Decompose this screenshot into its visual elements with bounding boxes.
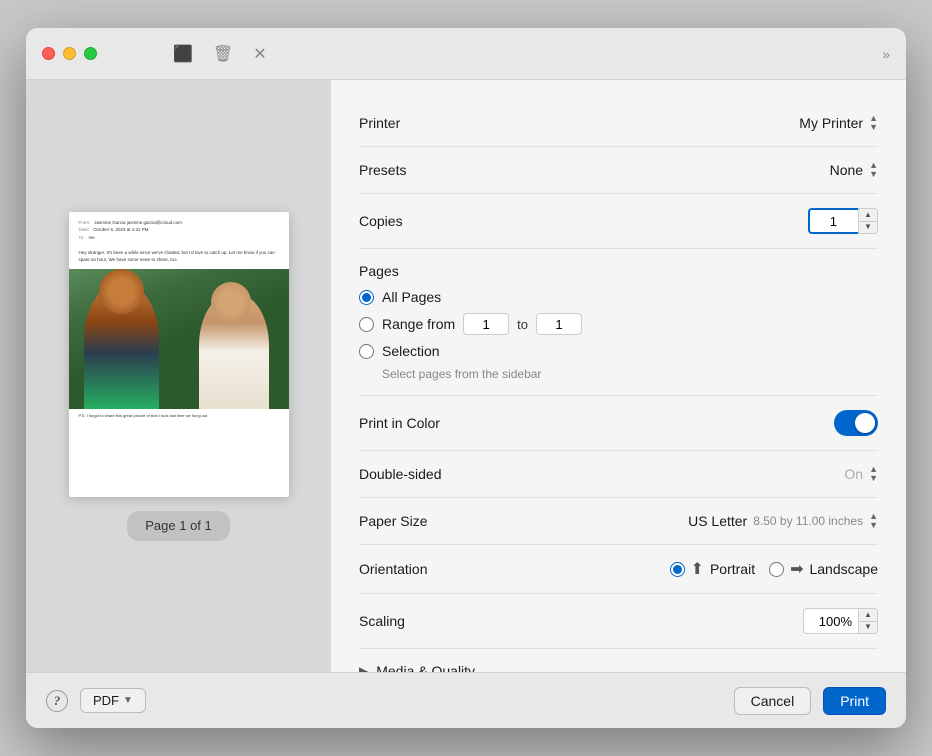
range-to-input[interactable] — [536, 313, 582, 335]
preview-panel: From: Jasmine Garcia jasmine.garcia@iclo… — [26, 80, 331, 672]
archive-icon[interactable]: ⬛ — [173, 44, 193, 64]
selection-label[interactable]: Selection — [382, 343, 440, 359]
traffic-lights — [42, 47, 97, 60]
print-color-toggle[interactable] — [834, 410, 878, 436]
portrait-radio[interactable] — [670, 562, 685, 577]
copies-stepper: ▲ ▼ — [808, 208, 878, 234]
pages-label: Pages — [359, 263, 878, 279]
double-sided-label: Double-sided — [359, 466, 479, 482]
copies-increment[interactable]: ▲ — [859, 209, 877, 222]
range-to-label: to — [517, 317, 528, 332]
toggle-knob — [855, 413, 875, 433]
settings-panel: Printer My Printer ▲▼ Presets None ▲▼ — [331, 80, 906, 672]
pages-section: Pages All Pages Range from to Selection … — [359, 249, 878, 396]
presets-label: Presets — [359, 162, 479, 178]
pdf-button[interactable]: PDF ▼ — [80, 688, 146, 713]
selection-row: Selection — [359, 343, 878, 359]
minimize-button[interactable] — [63, 47, 76, 60]
copies-label: Copies — [359, 213, 479, 229]
paper-size-detail: 8.50 by 11.00 inches — [753, 514, 863, 528]
titlebar-actions: ⬛ 🗑 ✕ — [173, 44, 267, 64]
scaling-row: Scaling ▲ ▼ — [359, 594, 878, 649]
print-window: ⬛ 🗑 ✕ » From: Jasmine Garcia jasmine.gar… — [26, 28, 906, 728]
copies-row: Copies ▲ ▼ — [359, 194, 878, 249]
presets-row: Presets None ▲▼ — [359, 147, 878, 194]
scaling-value: ▲ ▼ — [803, 608, 878, 634]
paper-size-label: Paper Size — [359, 513, 479, 529]
portrait-icon: ⬆ — [691, 559, 704, 579]
help-button[interactable]: ? — [46, 690, 68, 712]
copies-input[interactable] — [808, 208, 858, 234]
printer-label: Printer — [359, 115, 479, 131]
maximize-button[interactable] — [84, 47, 97, 60]
copies-stepper-buttons: ▲ ▼ — [858, 208, 878, 234]
presets-stepper[interactable]: ▲▼ — [869, 161, 878, 179]
landscape-radio[interactable] — [769, 562, 784, 577]
orientation-row: Orientation ⬆ Portrait ➡ Landscape — [359, 545, 878, 594]
page-label-container: Page 1 of 1 — [127, 511, 230, 541]
photo-person-left — [84, 284, 159, 409]
landscape-label: Landscape — [809, 561, 878, 577]
all-pages-radio[interactable] — [359, 290, 374, 305]
pdf-label: PDF — [93, 693, 119, 708]
photo-person-right — [199, 294, 269, 409]
bottom-bar: ? PDF ▼ Cancel Print — [26, 672, 906, 728]
paper-size-stepper[interactable]: ▲▼ — [869, 512, 878, 530]
email-ps: P.S. I forgot to share this great pictur… — [69, 409, 289, 423]
copies-value: ▲ ▼ — [808, 208, 878, 234]
printer-value[interactable]: My Printer ▲▼ — [799, 114, 878, 132]
close-button[interactable] — [42, 47, 55, 60]
titlebar: ⬛ 🗑 ✕ » — [26, 28, 906, 80]
portrait-label: Portrait — [710, 561, 755, 577]
printer-stepper[interactable]: ▲▼ — [869, 114, 878, 132]
scaling-stepper: ▲ ▼ — [803, 608, 878, 634]
all-pages-label[interactable]: All Pages — [382, 289, 441, 305]
orientation-label: Orientation — [359, 561, 479, 577]
media-quality-row[interactable]: ▶ Media & Quality — [359, 649, 878, 672]
email-body: Hey stranger. It's been a while since we… — [69, 249, 289, 269]
print-color-row: Print in Color — [359, 396, 878, 451]
range-from-input[interactable] — [463, 313, 509, 335]
page-label: Page 1 of 1 — [145, 518, 212, 533]
scaling-increment[interactable]: ▲ — [859, 609, 877, 622]
cancel-button[interactable]: Cancel — [734, 687, 812, 715]
range-pages-radio[interactable] — [359, 317, 374, 332]
main-content: From: Jasmine Garcia jasmine.garcia@iclo… — [26, 80, 906, 672]
disclosure-arrow-icon: ▶ — [359, 664, 368, 672]
double-sided-row: Double-sided On ▲▼ — [359, 451, 878, 498]
printer-row: Printer My Printer ▲▼ — [359, 100, 878, 147]
print-color-label: Print in Color — [359, 415, 479, 431]
scaling-label: Scaling — [359, 613, 479, 629]
range-from-label[interactable]: Range from — [382, 316, 455, 332]
scaling-decrement[interactable]: ▼ — [859, 622, 877, 634]
landscape-icon: ➡ — [790, 559, 803, 579]
portrait-option[interactable]: ⬆ Portrait — [670, 559, 756, 579]
media-quality-label: Media & Quality — [376, 663, 475, 672]
email-header: From: Jasmine Garcia jasmine.garcia@iclo… — [69, 212, 289, 249]
trash-icon[interactable]: 🗑 — [213, 44, 233, 64]
paper-size-value[interactable]: US Letter 8.50 by 11.00 inches ▲▼ — [688, 512, 878, 530]
selection-hint: Select pages from the sidebar — [382, 367, 878, 381]
close-x-icon[interactable]: ✕ — [253, 44, 266, 64]
page-preview: From: Jasmine Garcia jasmine.garcia@iclo… — [69, 212, 289, 497]
pdf-chevron-icon: ▼ — [123, 695, 133, 706]
copies-decrement[interactable]: ▼ — [859, 222, 877, 234]
email-photo — [69, 269, 289, 409]
all-pages-row: All Pages — [359, 289, 878, 305]
paper-size-row: Paper Size US Letter 8.50 by 11.00 inche… — [359, 498, 878, 545]
landscape-option[interactable]: ➡ Landscape — [769, 559, 878, 579]
double-sided-stepper[interactable]: ▲▼ — [869, 465, 878, 483]
print-button[interactable]: Print — [823, 687, 886, 715]
range-row: Range from to — [359, 313, 878, 335]
print-color-toggle-container — [834, 410, 878, 436]
scaling-stepper-buttons: ▲ ▼ — [858, 608, 878, 634]
chevron-icon[interactable]: » — [882, 46, 890, 62]
double-sided-value[interactable]: On ▲▼ — [844, 465, 878, 483]
selection-pages-radio[interactable] — [359, 344, 374, 359]
scaling-input[interactable] — [803, 608, 858, 634]
orientation-options: ⬆ Portrait ➡ Landscape — [670, 559, 878, 579]
presets-value[interactable]: None ▲▼ — [830, 161, 878, 179]
